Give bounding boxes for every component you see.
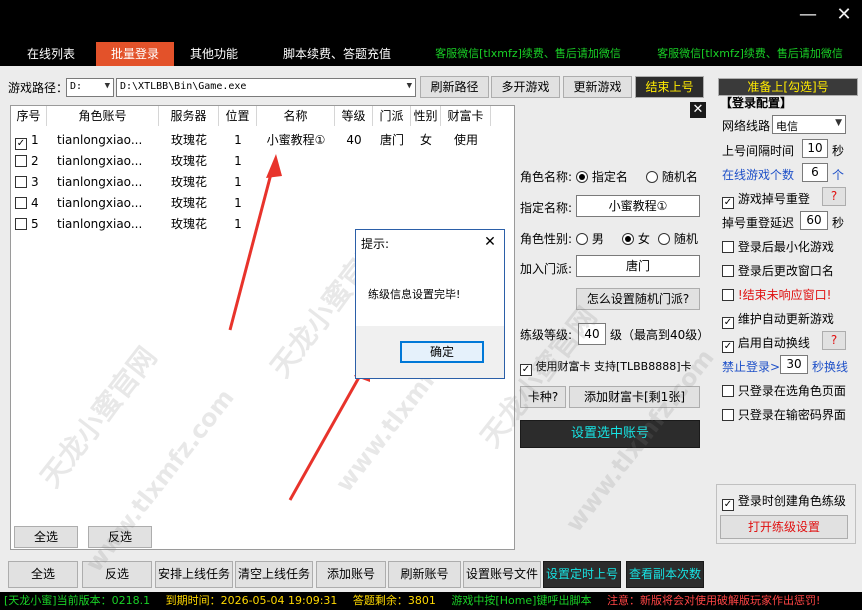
dialog-ok-button[interactable]: 确定 [400,341,484,363]
close-icon[interactable]: ✕ [480,232,500,252]
arrow-line [228,169,274,331]
arrow-line [288,371,364,501]
notice-dialog: 提示: ✕ 练级信息设置完毕! 确定 [355,229,505,379]
dialog-message: 练级信息设置完毕! [368,288,461,301]
arrow-head [266,154,282,178]
dialog-title: 提示: [361,237,390,251]
